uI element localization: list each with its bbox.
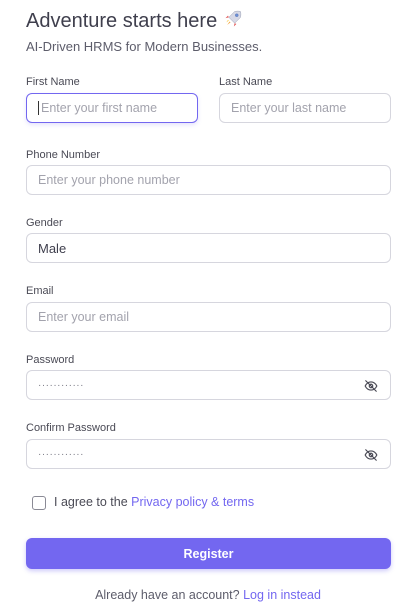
gender-select[interactable]: Male [26, 233, 391, 263]
phone-label: Phone Number [26, 149, 100, 161]
rocket-icon [223, 9, 243, 36]
phone-placeholder: Enter your phone number [38, 173, 180, 187]
agree-text: I agree to the Privacy policy & terms [54, 495, 254, 509]
email-field[interactable]: Enter your email [26, 302, 391, 332]
register-page: Adventure starts here AI-Driven HRMS for… [0, 0, 408, 607]
page-title-text: Adventure starts here [26, 10, 218, 32]
login-link[interactable]: Log in instead [243, 588, 321, 602]
page-subtitle: AI-Driven HRMS for Modern Businesses. [26, 39, 263, 54]
confirm-password-field[interactable]: ············ [26, 439, 391, 469]
privacy-policy-link[interactable]: Privacy policy & terms [131, 495, 254, 509]
last-name-label: Last Name [219, 76, 273, 88]
last-name-field[interactable]: Enter your last name [219, 93, 391, 123]
password-field[interactable]: ············ [26, 370, 391, 400]
page-title: Adventure starts here [26, 8, 243, 36]
login-prompt: Already have an account? Log in instead [0, 588, 408, 602]
text-caret [38, 101, 39, 115]
phone-field[interactable]: Enter your phone number [26, 165, 391, 195]
password-label: Password [26, 354, 75, 366]
gender-value: Male [38, 240, 67, 256]
agree-checkbox[interactable] [32, 496, 46, 510]
agree-prefix: I agree to the [54, 495, 128, 509]
eye-off-icon[interactable] [364, 448, 378, 462]
confirm-password-label: Confirm Password [26, 422, 116, 434]
gender-label: Gender [26, 217, 63, 229]
confirm-password-masked-value: ············ [38, 448, 84, 460]
first-name-label: First Name [26, 76, 80, 88]
login-prompt-text: Already have an account? [95, 588, 240, 602]
password-masked-value: ············ [38, 379, 84, 391]
first-name-field[interactable]: Enter your first name [26, 93, 198, 123]
last-name-placeholder: Enter your last name [231, 101, 347, 115]
first-name-placeholder: Enter your first name [41, 101, 158, 115]
eye-off-icon[interactable] [364, 379, 378, 393]
register-button[interactable]: Register [26, 538, 391, 569]
email-label: Email [26, 285, 54, 297]
email-placeholder: Enter your email [38, 310, 130, 324]
